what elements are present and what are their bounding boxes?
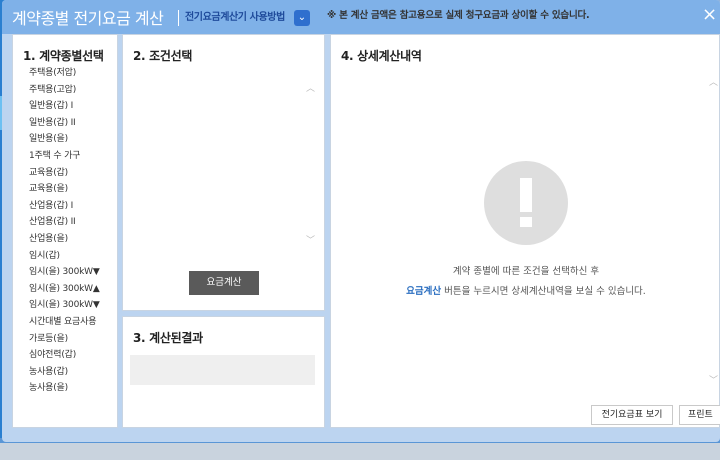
instruction-highlight: 요금계산: [406, 286, 442, 297]
contract-type-item[interactable]: 일반용(갑) I: [29, 98, 100, 115]
contract-type-item[interactable]: 일반용(갑) II: [29, 115, 100, 132]
exclamation-bar: [520, 178, 532, 212]
rate-table-button[interactable]: 전기요금표 보기: [591, 405, 673, 425]
contract-type-item[interactable]: 주택용(저압): [29, 65, 100, 82]
result-box: [130, 355, 315, 385]
contract-type-item[interactable]: 주택용(고압): [29, 82, 100, 99]
contract-type-item[interactable]: 농사용(갑): [29, 364, 100, 381]
contract-type-item[interactable]: 농사용(을): [29, 380, 100, 397]
contract-type-item[interactable]: 임시(갑): [29, 248, 100, 265]
contract-type-item[interactable]: 교육용(갑): [29, 165, 100, 182]
contract-type-item[interactable]: 시간대별 요금사용: [29, 314, 100, 331]
chevron-down-icon[interactable]: ﹀: [306, 233, 315, 246]
chevron-down-icon[interactable]: ﹀: [709, 373, 718, 386]
contract-type-item[interactable]: 산업용(을): [29, 231, 100, 248]
contract-type-item[interactable]: 임시(을) 300kW▼: [29, 264, 100, 281]
panel-title-condition: 2. 조건선택: [133, 49, 193, 63]
calculator-modal: 계약종별 전기요금 계산 전기요금계산기 사용방법 ⌄ ※ 본 계산 금액은 참…: [2, 0, 720, 442]
chevron-up-icon[interactable]: ︿: [306, 81, 315, 94]
contract-type-item[interactable]: 1주택 수 가구: [29, 148, 100, 165]
instruction-line-2: 요금계산 버튼을 누르시면 상세계산내역을 보실 수 있습니다.: [331, 283, 720, 297]
result-panel: 3. 계산된결과: [122, 316, 325, 428]
modal-title: 계약종별 전기요금 계산: [12, 9, 164, 28]
exclamation-icon: [484, 161, 568, 245]
panel-title-result: 3. 계산된결과: [133, 331, 203, 345]
instruction-line-1: 계약 종별에 따른 조건을 선택하신 후: [452, 266, 600, 277]
contract-type-item[interactable]: 가로등(을): [29, 331, 100, 348]
modal-header: 계약종별 전기요금 계산 전기요금계산기 사용방법 ⌄ ※ 본 계산 금액은 참…: [2, 0, 720, 34]
contract-type-item[interactable]: 일반용(을): [29, 131, 100, 148]
exclamation-dot: [520, 217, 532, 227]
contract-type-item[interactable]: 산업용(갑) I: [29, 198, 100, 215]
contract-type-item[interactable]: 산업용(갑) II: [29, 214, 100, 231]
print-button[interactable]: 프린트: [679, 405, 720, 425]
detail-panel: 4. 상세계산내역 ︿ ﹀ 계약 종별에 따른 조건을 선택하신 후 요금계산 …: [330, 34, 720, 428]
contract-type-item[interactable]: 교육용(을): [29, 181, 100, 198]
contract-type-list: 주택용(저압) 주택용(고압) 일반용(갑) I 일반용(갑) II 일반용(을…: [29, 65, 100, 397]
chevron-down-icon[interactable]: ⌄: [294, 10, 310, 26]
contract-type-item[interactable]: 심야전력(갑): [29, 347, 100, 364]
condition-panel: 2. 조건선택 ︿ ﹀ 요금계산: [122, 34, 325, 311]
panel-title-contract: 1. 계약종별선택: [23, 49, 104, 63]
panel-title-detail: 4. 상세계산내역: [341, 49, 422, 63]
instruction-rest: 버튼을 누르시면 상세계산내역을 보실 수 있습니다.: [441, 286, 646, 297]
contract-type-panel: 1. 계약종별선택 주택용(저압) 주택용(고압) 일반용(갑) I 일반용(갑…: [12, 34, 118, 428]
calculate-button[interactable]: 요금계산: [189, 271, 259, 295]
notice-text: ※ 본 계산 금액은 참고용으로 실제 청구요금과 상이할 수 있습니다.: [327, 10, 590, 21]
close-icon[interactable]: ×: [702, 6, 717, 24]
chevron-up-icon[interactable]: ︿: [709, 75, 718, 88]
help-link[interactable]: 전기요금계산기 사용방법: [178, 10, 285, 26]
contract-type-item[interactable]: 임시(을) 300kW▼: [29, 297, 100, 314]
contract-type-item[interactable]: 임시(을) 300kW▲: [29, 281, 100, 298]
